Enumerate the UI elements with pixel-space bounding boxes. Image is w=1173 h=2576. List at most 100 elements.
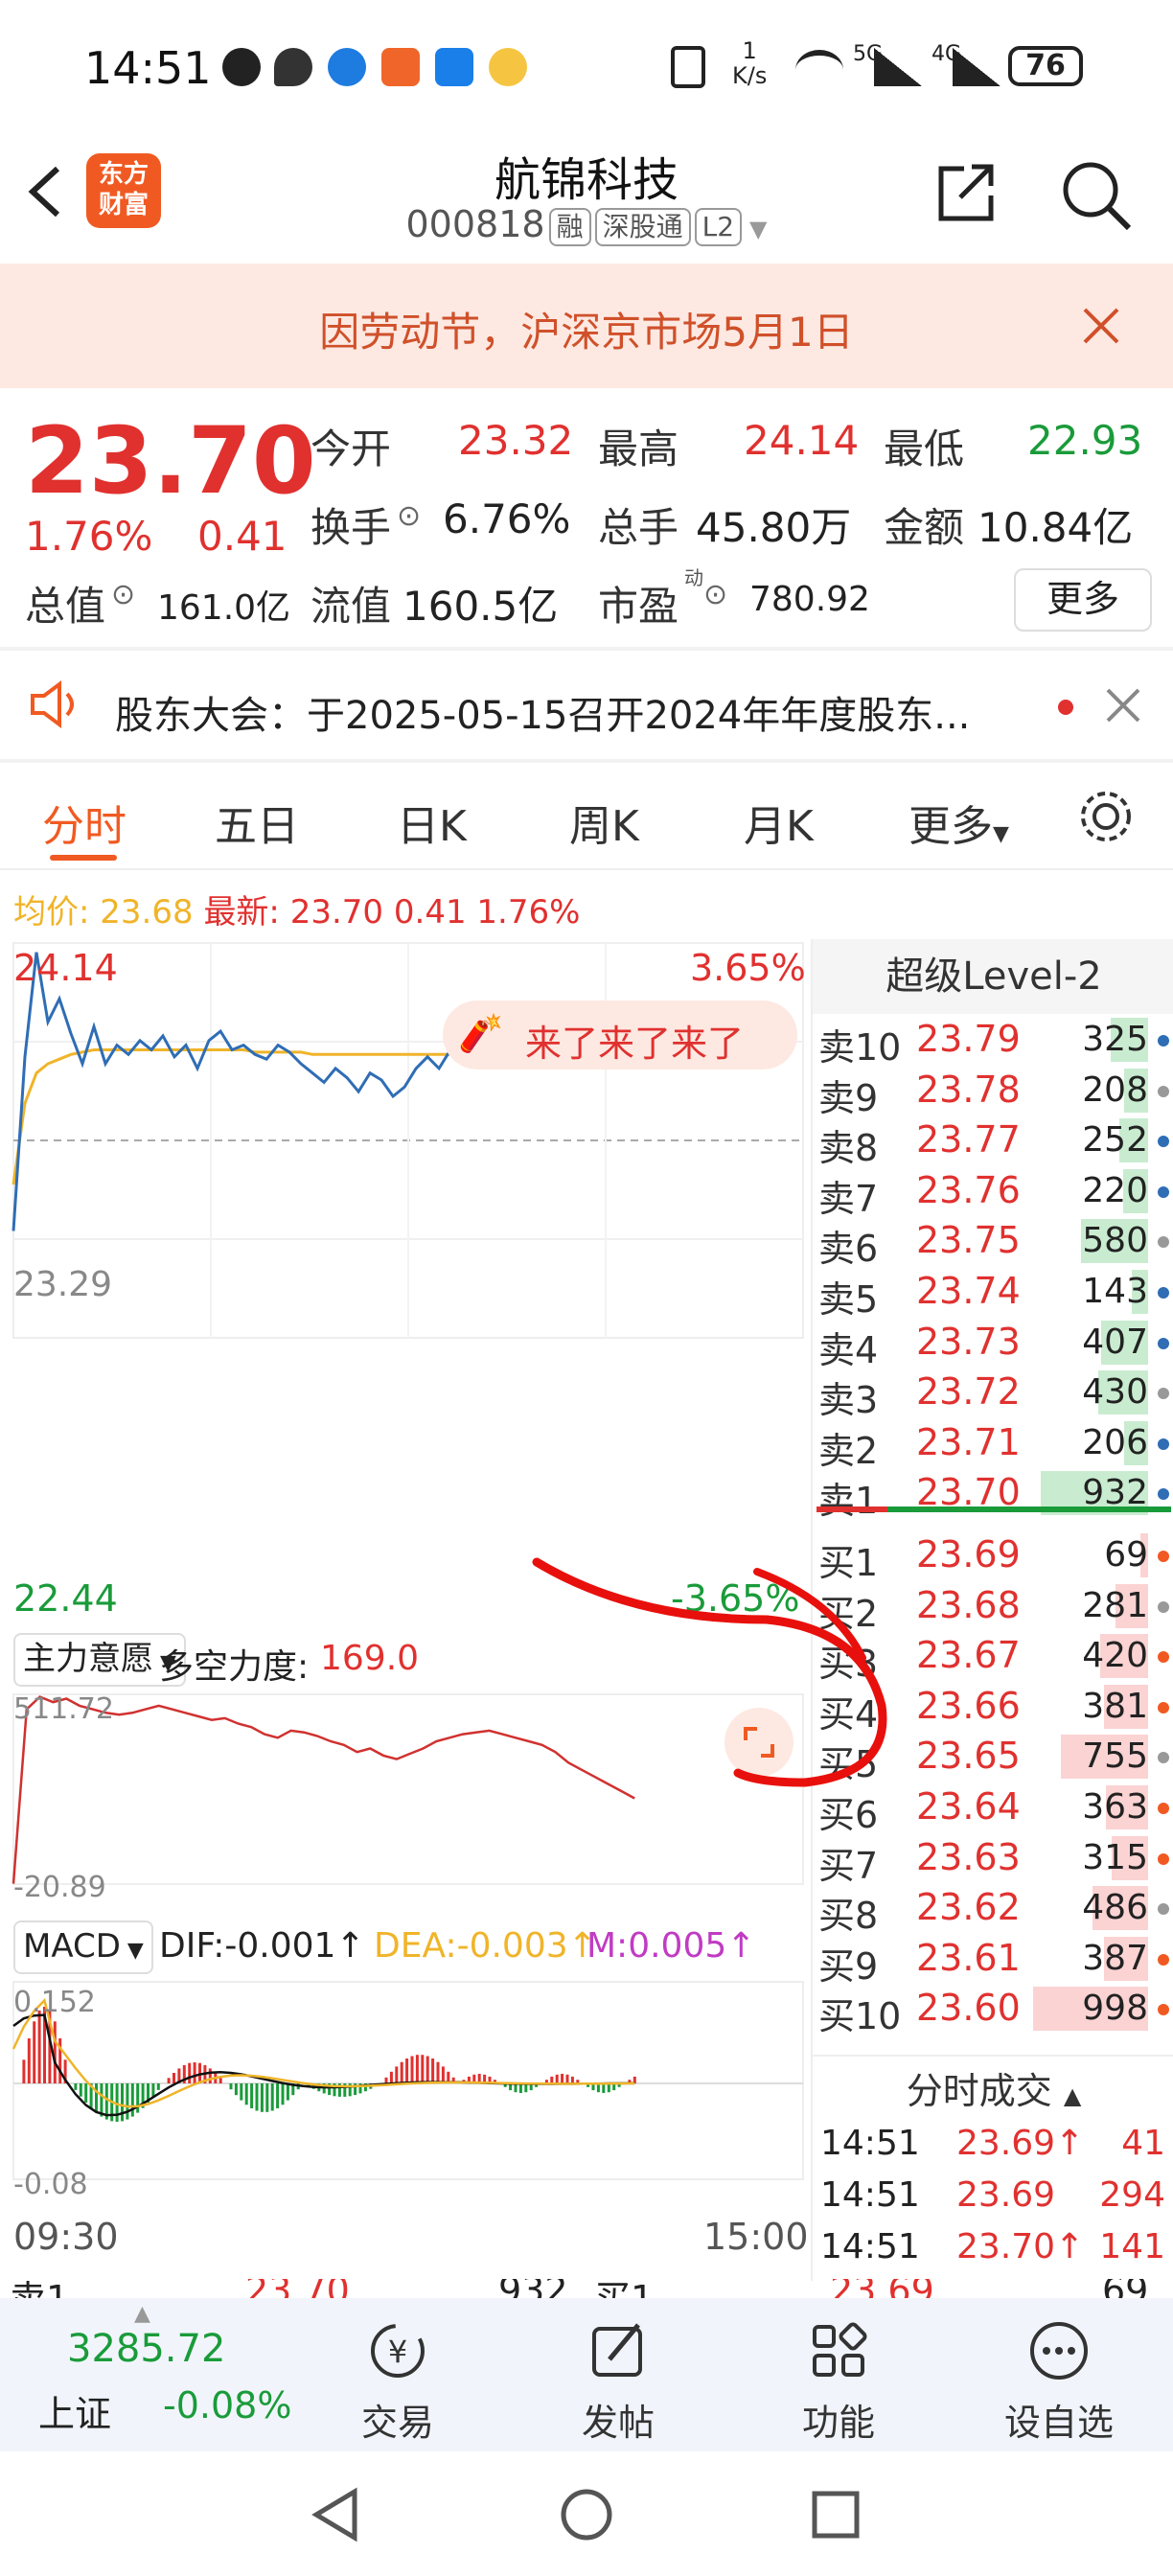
ask-row[interactable]: 卖4 23.73 407 [813, 1315, 1173, 1371]
tab-5day[interactable]: 五日 [215, 792, 299, 853]
battery-icon: 76 [1008, 46, 1083, 86]
net-speed: 1 K/s [732, 37, 768, 89]
nav-home-icon[interactable] [558, 2486, 615, 2543]
bid-price: 23.66 [916, 1684, 1021, 1727]
macd-bar [570, 2076, 574, 2083]
ask-row[interactable]: 卖8 23.77 252 [813, 1113, 1173, 1169]
tab-indicator [50, 855, 117, 861]
macd-bar [156, 2083, 160, 2090]
ask-volume: 206 [1082, 1422, 1148, 1462]
ask-row[interactable]: 卖1 23.70 932 [813, 1465, 1173, 1522]
force-value: 169.0 [320, 1639, 420, 1678]
tab-weekly-k[interactable]: 周K [569, 792, 639, 853]
bid-price: 23.60 [916, 1987, 1021, 2030]
tab-more[interactable]: 更多▼ [908, 792, 1009, 853]
promo-badge[interactable]: 🧨 来了来了来了 [443, 1000, 797, 1070]
avg-label: 均价: [13, 893, 90, 932]
tab-monthly-k[interactable]: 月K [744, 792, 814, 853]
ask-row[interactable]: 卖5 23.74 143 [813, 1264, 1173, 1321]
nav-back-icon[interactable] [307, 2486, 364, 2543]
nav-functions-label: 功能 [801, 2402, 875, 2444]
announcement-bar[interactable]: 股东大会：于2025-05-15召开2024年年度股东... [0, 652, 1173, 759]
avg-price-line [12, 1048, 635, 1185]
order-book-title[interactable]: 超级Level-2 [813, 939, 1173, 1014]
bid-volume: 387 [1082, 1938, 1148, 1978]
close-icon [1083, 308, 1119, 344]
nav-watchlist[interactable]: 设自选 [987, 2317, 1131, 2446]
ask-row[interactable]: 卖10 23.79 325 [813, 1012, 1173, 1069]
macd-bar [270, 2083, 274, 2111]
macd-bar [229, 2083, 233, 2090]
macd-bar [234, 2083, 238, 2096]
peek-sell-price: 23.70 [245, 2279, 350, 2300]
nav-trade[interactable]: ¥ 交易 [326, 2317, 470, 2446]
float-value: 160.5亿 [402, 583, 559, 630]
trade-time: 14:51 [820, 2175, 920, 2215]
announcement-close-icon[interactable] [1102, 684, 1144, 726]
settings-gear-icon[interactable] [1077, 788, 1135, 845]
trades-title[interactable]: 分时成交 ▲ [813, 2053, 1173, 2134]
bid-row[interactable]: 买9 23.61 387 [813, 1931, 1173, 1988]
notice-close-button[interactable] [1077, 302, 1125, 350]
info-icon[interactable]: ⊙ [111, 578, 135, 611]
unread-dot [1058, 700, 1073, 715]
price-bottom-label: 22.44 [13, 1577, 118, 1620]
index-value: 3285.72 [67, 2327, 226, 2371]
system-nav-bar [0, 2451, 1173, 2576]
status-dot [1158, 1551, 1169, 1562]
peek-row: 卖1 23.70 932 买1 23.69 69 [0, 2279, 1173, 2300]
nav-functions[interactable]: 功能 [767, 2317, 910, 2446]
macd-bar [250, 2083, 254, 2108]
macd-bar [22, 2059, 26, 2083]
status-dot [1158, 1438, 1169, 1450]
peek-buy-label: 买1 [594, 2279, 655, 2300]
ask-price: 23.77 [916, 1118, 1021, 1162]
ask-row[interactable]: 卖6 23.75 580 [813, 1213, 1173, 1270]
bid-row[interactable]: 买10 23.60 998 [813, 1981, 1173, 2037]
status-dot [1158, 1953, 1169, 1966]
nav-post[interactable]: 发帖 [546, 2317, 690, 2446]
search-button[interactable] [1058, 157, 1135, 234]
bid-row[interactable]: 买7 23.63 315 [813, 1830, 1173, 1887]
bid-volume: 381 [1082, 1686, 1148, 1726]
red-arrow-annotation [532, 1557, 887, 1787]
share-button[interactable] [932, 159, 999, 226]
bid-row[interactable]: 买8 23.62 486 [813, 1880, 1173, 1937]
ask-row[interactable]: 卖2 23.71 206 [813, 1415, 1173, 1472]
dropdown-icon: ▼ [749, 216, 768, 242]
macd-bar [240, 2083, 243, 2101]
macd-bar [286, 2083, 289, 2101]
ask-row[interactable]: 卖3 23.72 430 [813, 1365, 1173, 1421]
macd-bar [555, 2074, 559, 2083]
peek-sell-vol: 932 [498, 2279, 568, 2300]
peek-sell-label: 卖1 [10, 2279, 70, 2300]
indicator-bottom-label: -20.89 [13, 1871, 106, 1904]
status-dot [1158, 1903, 1169, 1916]
firecracker-icon: 🧨 [458, 1012, 504, 1054]
bid-price: 23.62 [916, 1886, 1021, 1929]
macd-bar [37, 2010, 41, 2083]
index-ticker[interactable]: ▲ 3285.72 上证 -0.08% [0, 2298, 307, 2451]
macd-bar [126, 2083, 129, 2120]
macd-bar [193, 2062, 196, 2083]
macd-bar [410, 2056, 414, 2083]
nav-recents-icon[interactable] [807, 2486, 864, 2543]
latest-value: 23.70 [289, 893, 384, 932]
ask-row[interactable]: 卖9 23.78 208 [813, 1063, 1173, 1119]
tab-intraday[interactable]: 分时 [42, 792, 126, 853]
status-dot [1158, 1035, 1169, 1046]
dea-text: DEA:-0.003 [374, 1926, 568, 1966]
macd-select[interactable]: MACD ▼ [13, 1920, 153, 1974]
more-button[interactable]: 更多 [1014, 568, 1152, 632]
trade-yen-icon: ¥ [371, 2324, 425, 2378]
tab-daily-k[interactable]: 日K [397, 792, 467, 853]
price-top-label: 24.14 [13, 947, 118, 989]
info-icon[interactable]: ⊙ [397, 499, 421, 533]
macd-chart [12, 1997, 636, 2122]
info-icon[interactable]: ⊙ [703, 578, 727, 611]
connect-tag: 深股通 [594, 207, 691, 246]
macd-label: MACD [23, 1927, 121, 1966]
nav-post-label: 发帖 [581, 2402, 655, 2444]
open-label: 今开 [310, 426, 392, 472]
ask-row[interactable]: 卖7 23.76 220 [813, 1163, 1173, 1220]
